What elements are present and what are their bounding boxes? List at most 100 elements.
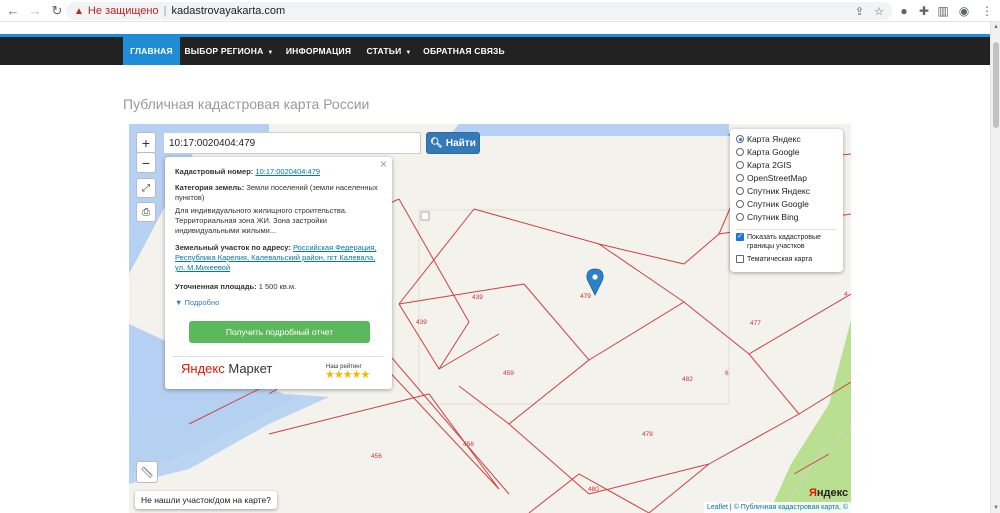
- layer-option[interactable]: OpenStreetMap: [736, 173, 807, 183]
- warning-icon: ▲: [74, 5, 84, 17]
- land-use-text: Для индивидуального жилищного строительс…: [175, 206, 348, 235]
- search-button[interactable]: 🔍︎ Найти: [426, 132, 480, 154]
- divider: [736, 229, 836, 230]
- more-details-label: Подробно: [184, 298, 220, 307]
- share-icon[interactable]: ⇪: [855, 5, 864, 18]
- reload-icon[interactable]: ↻: [48, 2, 66, 20]
- fullscreen-icon[interactable]: ⤢: [136, 178, 156, 198]
- layer-label: Спутник Яндекс: [747, 186, 810, 196]
- cadastral-borders-toggle[interactable]: ✓ Показать кадастровые границы участков: [736, 233, 836, 251]
- puzzle-extensions-icon[interactable]: ✚: [915, 2, 933, 20]
- layer-label: OpenStreetMap: [747, 173, 808, 183]
- back-icon[interactable]: ←: [4, 2, 22, 20]
- checkbox[interactable]: [736, 255, 744, 263]
- parcel-label: 478: [642, 431, 653, 438]
- parcel-label: 456: [463, 441, 474, 448]
- radio[interactable]: [736, 148, 744, 156]
- omnibox-actions: ⇪ ☆: [855, 2, 884, 20]
- leaflet-link[interactable]: Leaflet: [707, 504, 728, 511]
- not-secure-indicator[interactable]: ▲ Не защищено: [74, 5, 159, 17]
- yandex-market-logo[interactable]: Яндекс Маркет: [181, 361, 273, 376]
- forward-icon[interactable]: →: [26, 2, 44, 20]
- radio[interactable]: [736, 161, 744, 169]
- search-icon: 🔍︎: [430, 137, 443, 149]
- nav-region-select[interactable]: ВЫБОР РЕГИОНА ▼: [180, 37, 278, 65]
- page-title: Публичная кадастровая карта России: [123, 96, 370, 112]
- url-text[interactable]: kadastrovayakarta.com: [171, 5, 285, 17]
- close-icon[interactable]: ×: [380, 158, 387, 170]
- search-button-label: Найти: [445, 137, 476, 149]
- radio[interactable]: [736, 213, 744, 221]
- yandex-market-logo-part: Яндекс: [181, 361, 225, 376]
- checkbox-checked[interactable]: ✓: [736, 233, 744, 241]
- layer-label: Карта 2GIS: [747, 160, 792, 170]
- bookmark-star-icon[interactable]: ☆: [874, 5, 884, 18]
- extension-icon[interactable]: ●: [895, 2, 913, 20]
- scroll-down-icon[interactable]: ▼: [992, 503, 1000, 513]
- area-row: Уточненная площадь: 1 500 кв.м.: [175, 282, 380, 292]
- layer-option[interactable]: Спутник Google: [736, 199, 809, 209]
- nav-home[interactable]: ГЛАВНАЯ: [123, 37, 180, 65]
- browser-toolbar: ← → ↻ ▲ Не защищено | kadastrovayakarta.c…: [0, 0, 1000, 22]
- parcel-label: 477: [750, 320, 761, 327]
- nav-articles[interactable]: СТАТЬИ ▼: [360, 37, 418, 65]
- address-label: Земельный участок по адресу:: [175, 243, 291, 252]
- layer-option[interactable]: Карта Google: [736, 147, 800, 157]
- scroll-thumb[interactable]: [993, 42, 999, 128]
- divider: [173, 356, 384, 357]
- radio[interactable]: [736, 187, 744, 195]
- not-found-button[interactable]: Не нашли участок/дом на карте?: [135, 491, 277, 509]
- parcel-label: 4: [844, 291, 848, 298]
- get-report-button[interactable]: Получить подробный отчет: [189, 321, 370, 343]
- nav-info[interactable]: ИНФОРМАЦИЯ: [280, 37, 357, 65]
- side-panel-icon[interactable]: ▥: [934, 2, 952, 20]
- nav-articles-label: СТАТЬИ: [366, 46, 402, 56]
- parcel-label: 482: [682, 376, 693, 383]
- parcel-label: 6: [725, 370, 729, 377]
- map-attribution: Leaflet | © Публичная кадастровая карта,…: [703, 502, 851, 513]
- address-bar[interactable]: ▲ Не защищено | kadastrovayakarta.com ⇪ ☆: [66, 2, 892, 20]
- layer-option[interactable]: Карта Яндекс: [736, 134, 801, 144]
- cadastral-number-label: Кадастровый номер:: [175, 167, 254, 176]
- parcel-label: 480: [588, 486, 599, 493]
- yandex-logo-part: ндекс: [816, 487, 849, 499]
- cadastral-search-input[interactable]: [163, 132, 421, 154]
- chevron-down-icon: ▼: [175, 298, 183, 307]
- yandex-logo-part: Я: [809, 487, 817, 499]
- address-row: Земельный участок по адресу: Российская …: [175, 243, 380, 273]
- print-icon[interactable]: ⎙: [136, 202, 156, 222]
- thematic-map-toggle[interactable]: Тематическая карта: [736, 255, 812, 264]
- ruler-icon[interactable]: 📏︎: [136, 461, 158, 483]
- profile-icon[interactable]: ◉: [955, 2, 973, 20]
- parcel-label: 459: [503, 370, 514, 377]
- layer-label: Карта Яндекс: [747, 134, 801, 144]
- cadastral-number-link[interactable]: 10:17:0020404:479: [255, 167, 320, 176]
- main-nav: ГЛАВНАЯ ВЫБОР РЕГИОНА ▼ ИНФОРМАЦИЯ СТАТЬИ…: [0, 34, 990, 65]
- layer-label: Карта Google: [747, 147, 800, 157]
- radio[interactable]: [736, 174, 744, 182]
- page-scrollbar[interactable]: ▲ ▼: [990, 22, 1000, 513]
- zoom-in-button[interactable]: +: [136, 132, 156, 153]
- radio[interactable]: [736, 200, 744, 208]
- checkbox-label: Тематическая карта: [747, 256, 813, 263]
- layer-option[interactable]: Карта 2GIS: [736, 160, 791, 170]
- area-value: 1 500 кв.м.: [258, 282, 297, 291]
- layer-option[interactable]: Спутник Bing: [736, 212, 798, 222]
- radio-selected[interactable]: [736, 135, 744, 143]
- rating-stars: ★★★★★: [325, 369, 370, 381]
- parcel-popup: × Кадастровый номер: 10:17:0020404:479 К…: [165, 157, 392, 389]
- parcel-label: 479: [580, 293, 591, 300]
- checkbox-label: Показать кадастровые границы участков: [747, 234, 821, 250]
- zoom-out-button[interactable]: −: [136, 152, 156, 173]
- layer-option[interactable]: Спутник Яндекс: [736, 186, 810, 196]
- category-label: Категория земель:: [175, 183, 245, 192]
- browser-menu-icon[interactable]: ⋮: [978, 2, 996, 20]
- layer-switcher: Карта Яндекс Карта Google Карта 2GIS Ope…: [730, 129, 843, 272]
- cadastral-map[interactable]: 439 479 439 477 459 482 6 478 456 456 48…: [129, 124, 851, 513]
- yandex-market-logo-part: Маркет: [228, 361, 273, 376]
- attribution-link[interactable]: © Публичная кадастровая карта, ©: [734, 504, 848, 511]
- more-details-link[interactable]: ▼ Подробно: [175, 298, 380, 308]
- nav-feedback[interactable]: ОБРАТНАЯ СВЯЗЬ: [421, 37, 507, 65]
- scroll-up-icon[interactable]: ▲: [992, 22, 1000, 32]
- address-separator: |: [163, 5, 167, 17]
